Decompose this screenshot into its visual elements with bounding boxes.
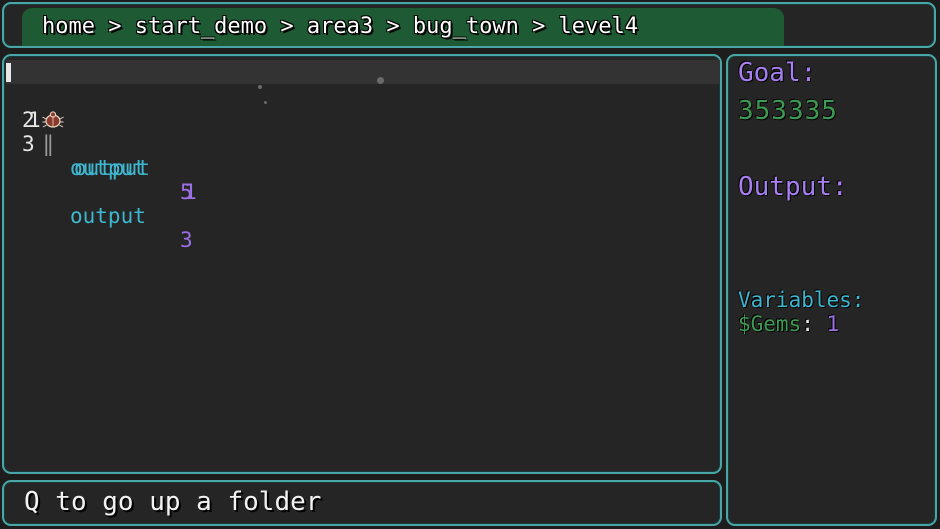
code-value: 3 <box>180 228 193 252</box>
dust-particle <box>264 101 267 104</box>
code-keyword: output <box>70 156 146 180</box>
variable-value: 1 <box>826 312 840 336</box>
side-panel: Goal: 353335 Output: Variables: $Gems: 1 <box>726 54 937 526</box>
variable-colon: : <box>801 312 814 336</box>
code-value: 5 <box>180 180 193 204</box>
code-line-2[interactable]: 2 | output 5 <box>6 84 720 204</box>
dust-particle <box>377 77 384 84</box>
code-keyword: output <box>70 204 146 228</box>
code-editor[interactable]: 1 | output 1 2 | output 5 3 output 3 <box>2 54 722 474</box>
variable-row: $Gems: 1 <box>738 312 839 336</box>
goal-value: 353335 <box>738 96 838 126</box>
top-bar: home > start_demo > area3 > bug_town > l… <box>2 2 936 48</box>
goal-label: Goal: <box>738 58 817 88</box>
variable-name: $Gems <box>738 312 802 336</box>
breadcrumb[interactable]: home > start_demo > area3 > bug_town > l… <box>22 8 784 46</box>
hint-bar: Q to go up a folder <box>2 480 722 526</box>
variables-label: Variables: <box>738 288 865 312</box>
bug-icon[interactable] <box>42 110 64 130</box>
hint-text: Q to go up a folder <box>24 487 322 517</box>
dust-particle <box>258 85 262 89</box>
code-line-3[interactable]: 3 output 3 <box>6 108 720 252</box>
cursor-indicator <box>6 63 11 82</box>
output-label: Output: <box>738 172 848 202</box>
line-number: 3 <box>22 132 35 156</box>
code-line-1[interactable]: 1 | output 1 <box>6 60 720 204</box>
